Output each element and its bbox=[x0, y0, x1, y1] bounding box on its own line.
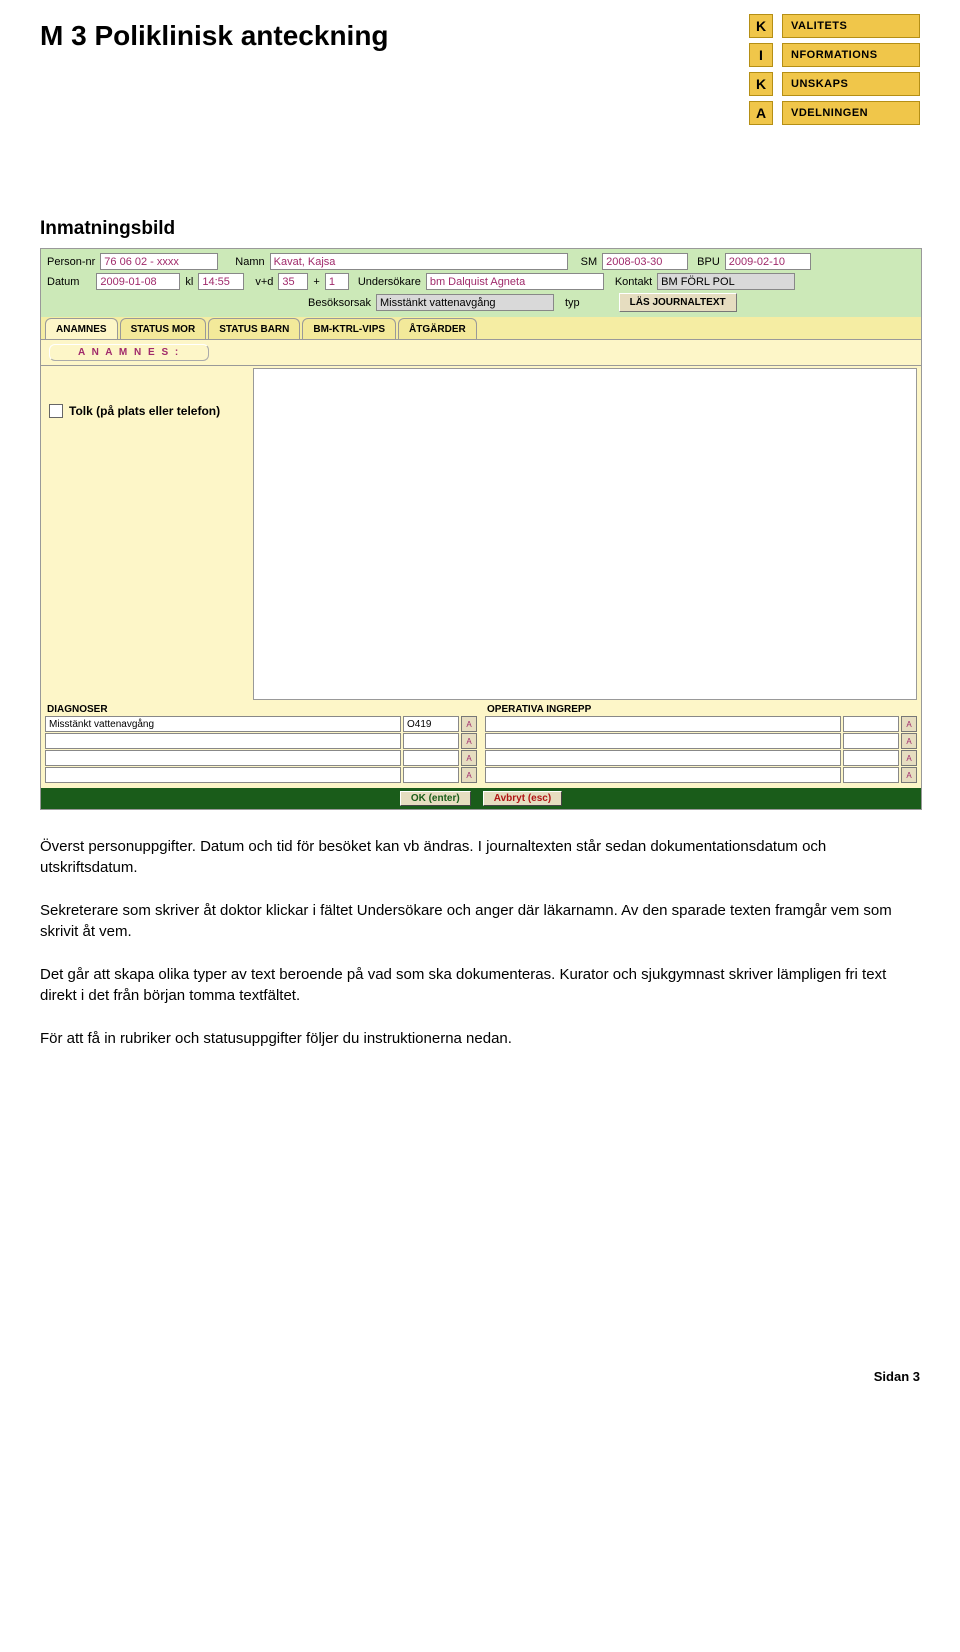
operativ-text[interactable] bbox=[485, 733, 841, 749]
tolk-checkbox-row[interactable]: Tolk (på plats eller telefon) bbox=[49, 404, 249, 418]
tab-status-mor[interactable]: STATUS MOR bbox=[120, 318, 207, 339]
diagnoser-panel: DIAGNOSER Misstänkt vattenavgångO419A A … bbox=[41, 702, 481, 788]
kika-logo: K VALITETS I NFORMATIONS K UNSKAPS A VDELNIN… bbox=[749, 14, 920, 128]
paragraph: För att få in rubriker och statusuppgift… bbox=[40, 1028, 920, 1049]
main-text-area[interactable] bbox=[253, 368, 917, 700]
kika-letter: K bbox=[749, 72, 773, 96]
kontakt-label: Kontakt bbox=[615, 276, 652, 288]
besoksorsak-field[interactable]: Misstänkt vattenavgång bbox=[376, 294, 554, 311]
sm-label: SM bbox=[581, 256, 598, 268]
tolk-label: Tolk (på plats eller telefon) bbox=[69, 404, 220, 418]
namn-label: Namn bbox=[235, 256, 264, 268]
personnr-label: Person-nr bbox=[47, 256, 95, 268]
personnr-field[interactable]: 76 06 02 - xxxx bbox=[100, 253, 218, 270]
ok-button[interactable]: OK (enter) bbox=[400, 791, 471, 806]
operativa-title: OPERATIVA INGREPP bbox=[487, 704, 917, 715]
tab-status-barn[interactable]: STATUS BARN bbox=[208, 318, 300, 339]
bottom-bar: OK (enter) Avbryt (esc) bbox=[41, 788, 921, 809]
operativ-text[interactable] bbox=[485, 750, 841, 766]
paragraph: Det går att skapa olika typer av text be… bbox=[40, 964, 920, 1006]
diagnos-text[interactable] bbox=[45, 767, 401, 783]
tab-atgarder[interactable]: ÅTGÄRDER bbox=[398, 318, 477, 339]
page-title: M 3 Poliklinisk anteckning bbox=[40, 20, 389, 52]
diagnos-text[interactable] bbox=[45, 750, 401, 766]
operativa-panel: OPERATIVA INGREPP A A A A bbox=[481, 702, 921, 788]
patient-header-panel: Person-nr 76 06 02 - xxxx Namn Kavat, Ka… bbox=[41, 249, 921, 317]
diagnos-code[interactable]: O419 bbox=[403, 716, 459, 732]
read-journal-button[interactable]: LÄS JOURNALTEXT bbox=[619, 293, 737, 312]
kika-letter: I bbox=[749, 43, 773, 67]
anamnes-button[interactable]: A N A M N E S : bbox=[49, 344, 209, 361]
diagnos-text[interactable]: Misstänkt vattenavgång bbox=[45, 716, 401, 732]
paragraph: Överst personuppgifter. Datum och tid fö… bbox=[40, 836, 920, 878]
page-number: Sidan 3 bbox=[40, 1369, 920, 1384]
datum-field[interactable]: 2009-01-08 bbox=[96, 273, 180, 290]
namn-field[interactable]: Kavat, Kajsa bbox=[270, 253, 568, 270]
datum-label: Datum bbox=[47, 276, 79, 288]
undersokare-field[interactable]: bm Dalquist Agneta bbox=[426, 273, 604, 290]
operativ-text[interactable] bbox=[485, 716, 841, 732]
screenshot-window: Person-nr 76 06 02 - xxxx Namn Kavat, Ka… bbox=[40, 248, 922, 810]
bpu-label: BPU bbox=[697, 256, 720, 268]
diagnos-lookup-button[interactable]: A bbox=[461, 733, 477, 749]
side-panel: Tolk (på plats eller telefon) bbox=[41, 366, 253, 702]
vd-week-field[interactable]: 35 bbox=[278, 273, 308, 290]
diagnos-lookup-button[interactable]: A bbox=[461, 750, 477, 766]
operativ-lookup-button[interactable]: A bbox=[901, 750, 917, 766]
kontakt-field[interactable]: BM FÖRL POL bbox=[657, 273, 795, 290]
kika-word: VALITETS bbox=[782, 14, 920, 38]
avbryt-button[interactable]: Avbryt (esc) bbox=[483, 791, 562, 806]
operativ-lookup-button[interactable]: A bbox=[901, 767, 917, 783]
kika-word: UNSKAPS bbox=[782, 72, 920, 96]
tolk-checkbox[interactable] bbox=[49, 404, 63, 418]
operativ-code[interactable] bbox=[843, 733, 899, 749]
diagnos-code[interactable] bbox=[403, 733, 459, 749]
operativ-code[interactable] bbox=[843, 750, 899, 766]
kika-word: VDELNINGEN bbox=[782, 101, 920, 125]
typ-label: typ bbox=[565, 297, 580, 309]
diagnos-code[interactable] bbox=[403, 767, 459, 783]
operativ-code[interactable] bbox=[843, 716, 899, 732]
diagnos-lookup-button[interactable]: A bbox=[461, 716, 477, 732]
vd-plus: + bbox=[313, 276, 319, 288]
anamnes-strip: A N A M N E S : bbox=[41, 340, 921, 366]
diagnos-code[interactable] bbox=[403, 750, 459, 766]
undersokare-label: Undersökare bbox=[358, 276, 421, 288]
diagnos-text[interactable] bbox=[45, 733, 401, 749]
tab-anamnes[interactable]: ANAMNES bbox=[45, 318, 118, 339]
tabbar: ANAMNES STATUS MOR STATUS BARN BM-KTRL-V… bbox=[41, 317, 921, 340]
operativ-text[interactable] bbox=[485, 767, 841, 783]
kika-word: NFORMATIONS bbox=[782, 43, 920, 67]
sm-field[interactable]: 2008-03-30 bbox=[602, 253, 688, 270]
kl-field[interactable]: 14:55 bbox=[198, 273, 244, 290]
operativ-lookup-button[interactable]: A bbox=[901, 733, 917, 749]
kl-label: kl bbox=[185, 276, 193, 288]
operativ-lookup-button[interactable]: A bbox=[901, 716, 917, 732]
diagnos-lookup-button[interactable]: A bbox=[461, 767, 477, 783]
kika-letter: K bbox=[749, 14, 773, 38]
vd-day-field[interactable]: 1 bbox=[325, 273, 349, 290]
diagnoser-title: DIAGNOSER bbox=[47, 704, 477, 715]
bpu-field[interactable]: 2009-02-10 bbox=[725, 253, 811, 270]
vd-label: v+d bbox=[255, 276, 273, 288]
operativ-code[interactable] bbox=[843, 767, 899, 783]
kika-letter: A bbox=[749, 101, 773, 125]
besoksorsak-label: Besöksorsak bbox=[308, 297, 371, 309]
paragraph: Sekreterare som skriver åt doktor klicka… bbox=[40, 900, 920, 942]
section-heading: Inmatningsbild bbox=[40, 218, 920, 240]
tab-bm-ktrl-vips[interactable]: BM-KTRL-VIPS bbox=[302, 318, 396, 339]
